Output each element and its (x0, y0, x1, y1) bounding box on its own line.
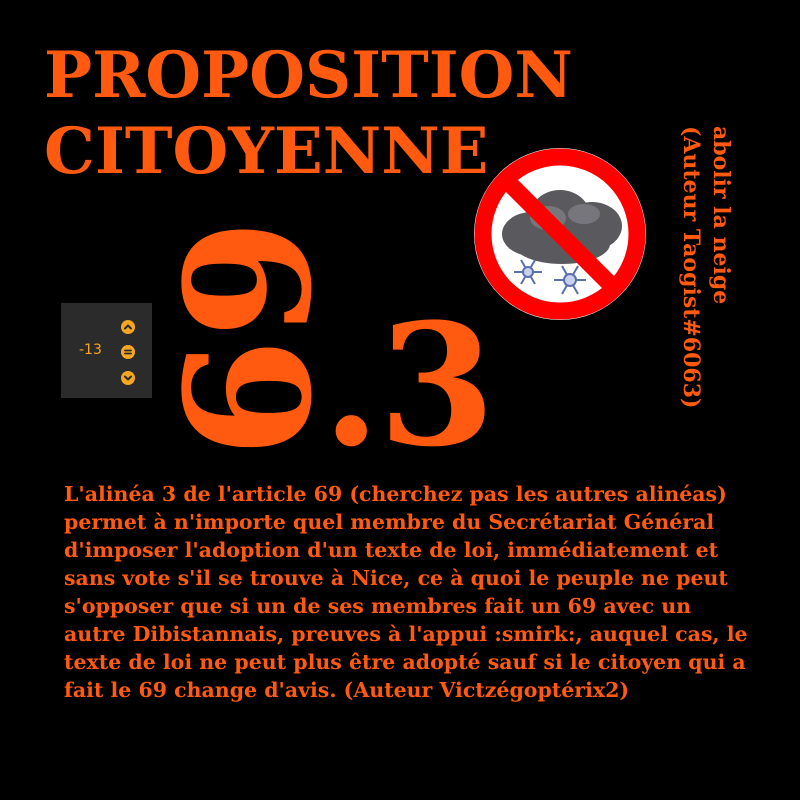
chevron-up-icon (124, 324, 132, 330)
paragraph-number: .3 (322, 286, 495, 484)
equals-icon (124, 349, 132, 355)
neutral-vote-button[interactable] (121, 345, 135, 359)
article-number: 69 (147, 218, 350, 458)
proposal-description: L'alinéa 3 de l'article 69 (cherchez pas… (64, 482, 748, 702)
proposal-subtitle: abolir la neige (Auteur Taogist#6063) (672, 126, 736, 466)
article-number-rotated: 69 (147, 218, 350, 458)
vote-widget: -13 (61, 303, 152, 398)
upvote-button[interactable] (121, 320, 135, 334)
title-line-1: PROPOSITION (44, 38, 573, 113)
subtitle-line-1: abolir la neige (708, 126, 734, 305)
chevron-down-icon (124, 375, 132, 381)
no-snow-cloud-icon (472, 146, 648, 322)
subtitle-line-2: (Auteur Taogist#6063) (678, 126, 704, 409)
downvote-button[interactable] (121, 371, 135, 385)
vote-score: -13 (79, 342, 102, 358)
